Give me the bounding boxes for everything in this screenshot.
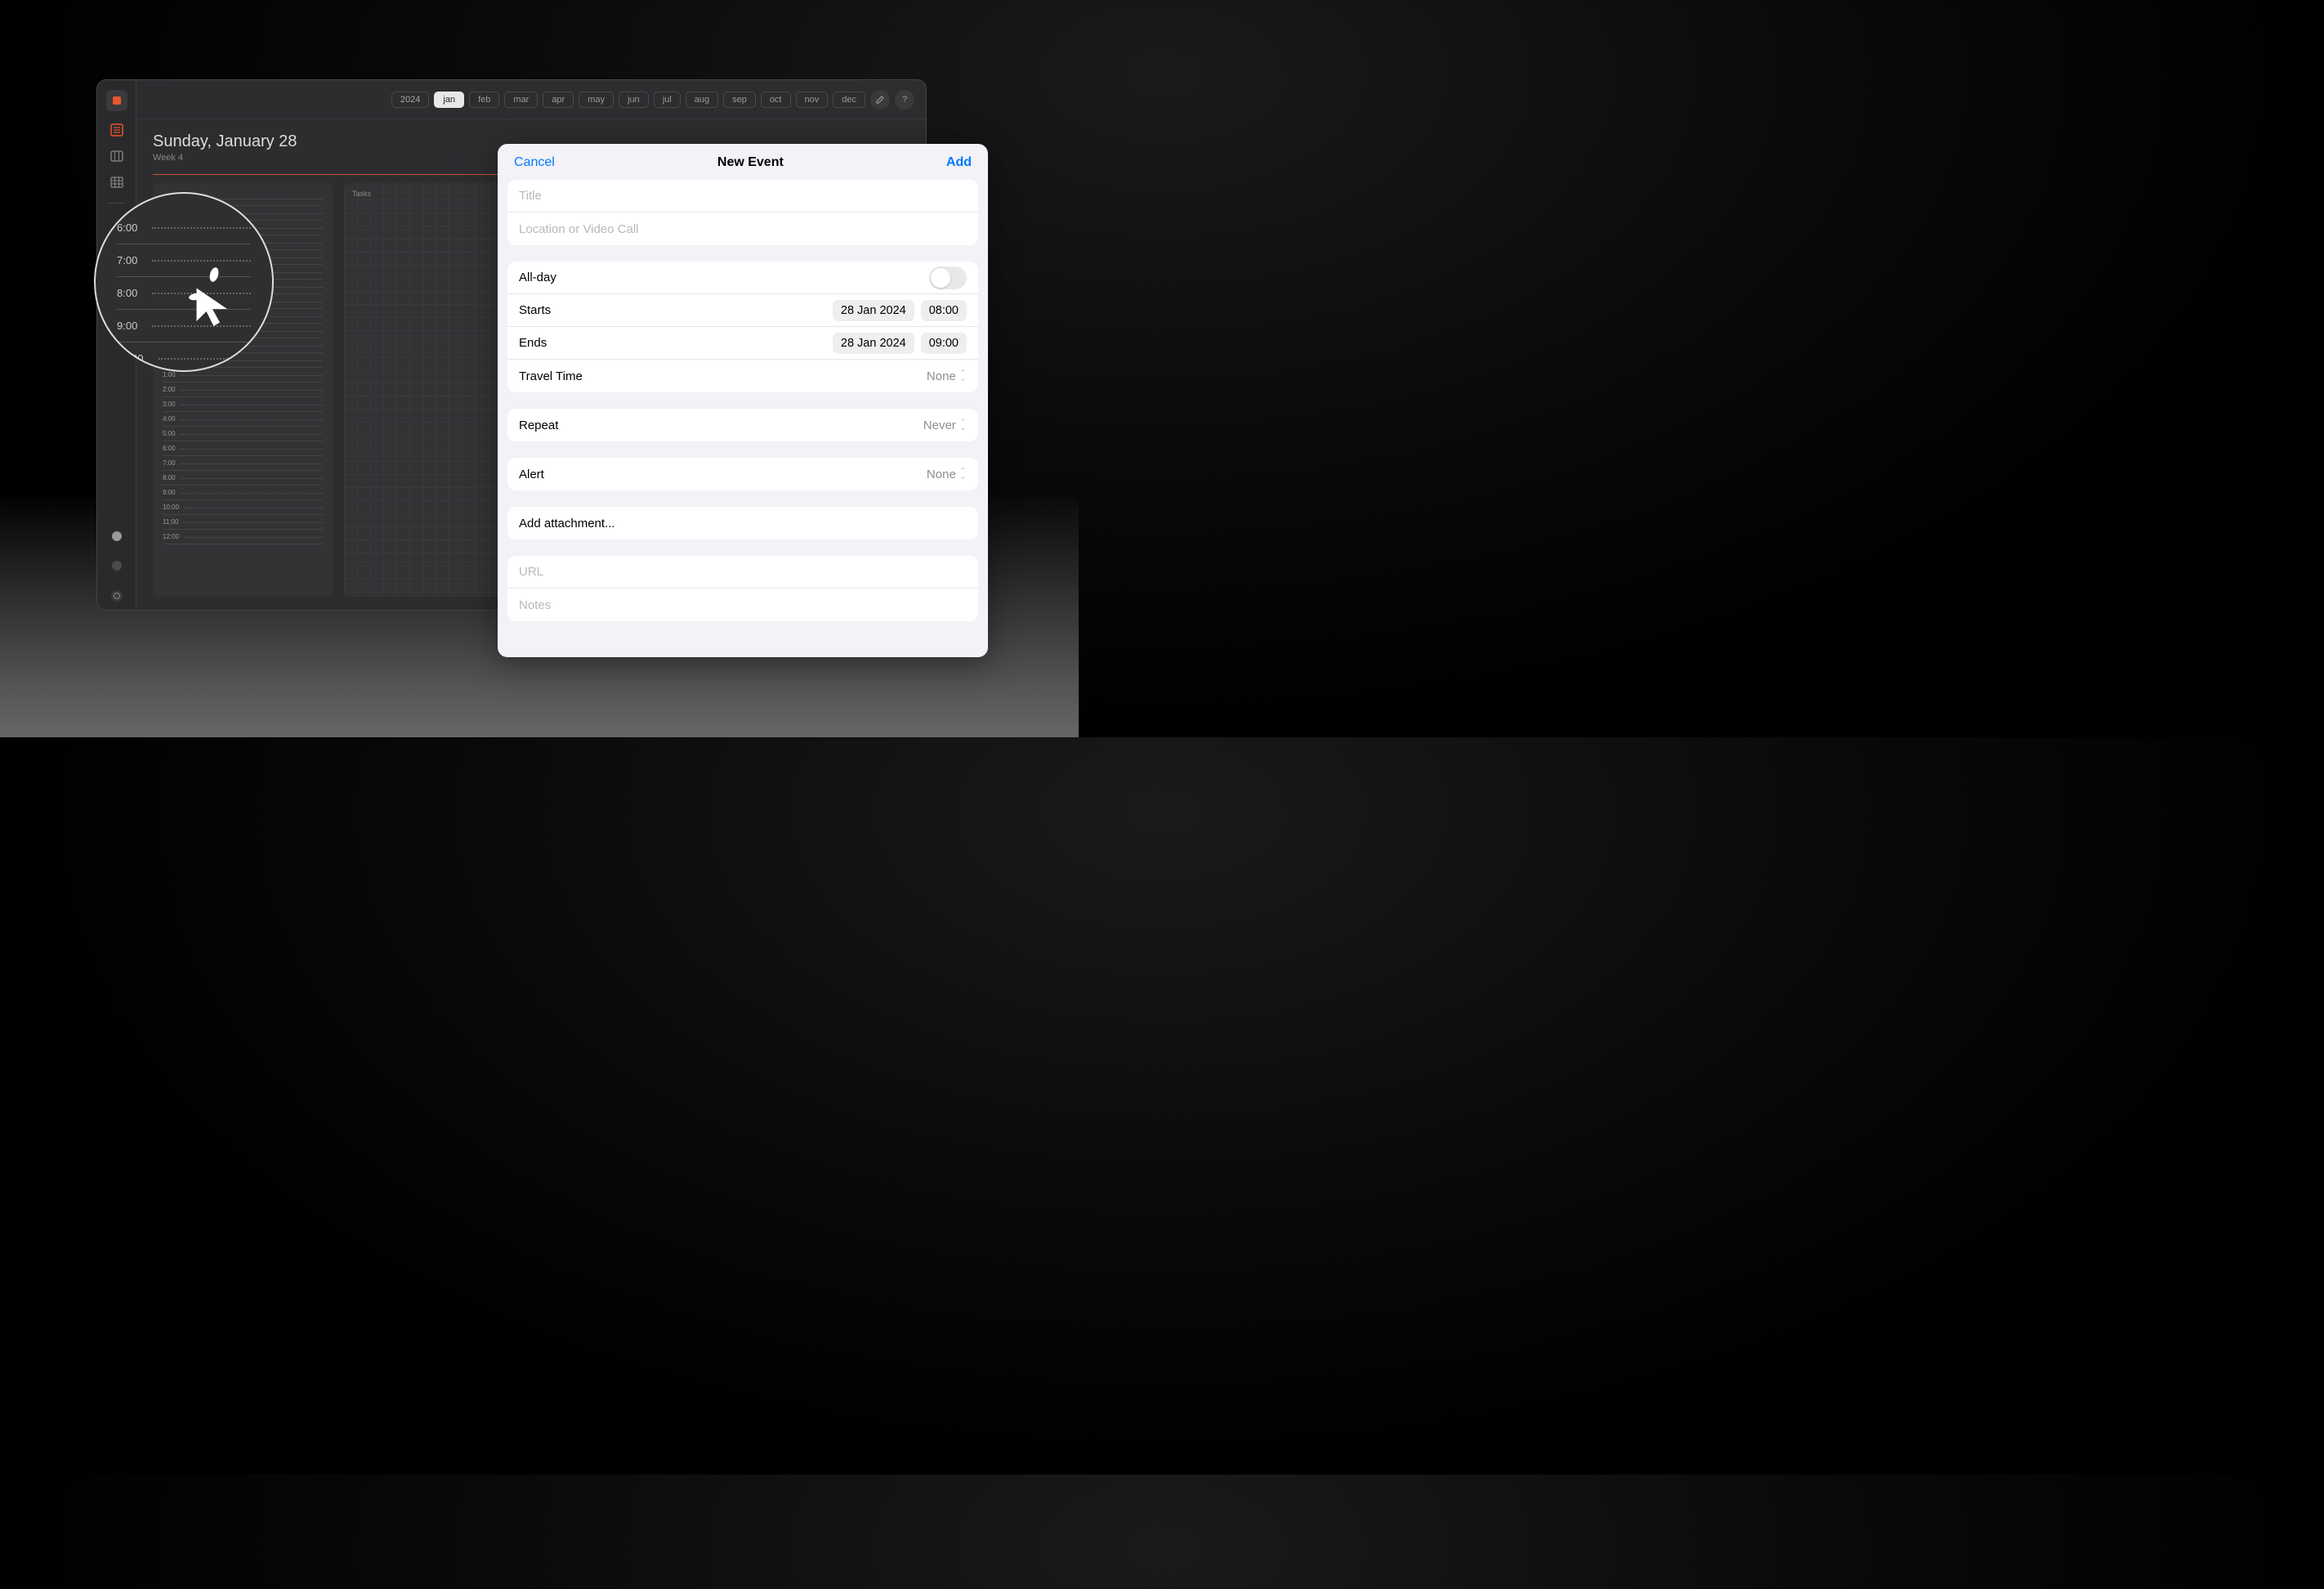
cancel-button[interactable]: Cancel: [514, 155, 555, 170]
list-icon[interactable]: [109, 123, 124, 137]
new-event-modal: Cancel New Event Add All-day Starts 28 J…: [498, 144, 988, 657]
status-dot-2[interactable]: [112, 561, 122, 571]
hour-row[interactable]: 4:00: [163, 412, 323, 427]
add-button[interactable]: Add: [946, 155, 972, 170]
settings-small-icon[interactable]: [111, 590, 123, 602]
month-pill-dec[interactable]: dec: [833, 92, 865, 108]
month-pill-apr[interactable]: apr: [543, 92, 574, 108]
month-pill-jan[interactable]: jan: [434, 92, 464, 108]
topbar: 2024 janfebmaraprmayjunjulaugsepoctnovde…: [136, 80, 926, 119]
week-icon[interactable]: [109, 149, 124, 163]
modal-header: Cancel New Event Add: [498, 144, 988, 180]
year-pill[interactable]: 2024: [391, 92, 429, 108]
allday-label: All-day: [519, 271, 556, 284]
notes-input[interactable]: [519, 598, 967, 612]
attachment-row[interactable]: Add attachment...: [507, 507, 978, 539]
month-pill-jul[interactable]: jul: [654, 92, 681, 108]
ends-time-chip[interactable]: 09:00: [921, 333, 967, 354]
ends-label: Ends: [519, 336, 547, 350]
hour-row[interactable]: 7:00: [163, 456, 323, 471]
hour-row[interactable]: 12:00: [163, 530, 323, 544]
hour-row[interactable]: 2:00: [163, 383, 323, 397]
magnified-hour-row: 6:00: [117, 212, 251, 244]
status-dot-1[interactable]: [112, 531, 122, 541]
cursor-icon: [190, 282, 239, 331]
modal-title: New Event: [717, 155, 784, 170]
month-pill-oct[interactable]: oct: [761, 92, 791, 108]
allday-toggle[interactable]: [929, 266, 967, 289]
ends-date-chip[interactable]: 28 Jan 2024: [833, 333, 914, 354]
app-logo[interactable]: [106, 90, 127, 111]
repeat-row[interactable]: Repeat Never⌃⌄: [507, 409, 978, 441]
hour-row[interactable]: 8:00: [163, 471, 323, 486]
month-pill-may[interactable]: may: [579, 92, 614, 108]
month-pill-jun[interactable]: jun: [619, 92, 649, 108]
hour-row[interactable]: 10:00: [163, 500, 323, 515]
starts-label: Starts: [519, 303, 551, 317]
starts-time-chip[interactable]: 08:00: [921, 300, 967, 321]
month-pill-feb[interactable]: feb: [469, 92, 499, 108]
month-pill-aug[interactable]: aug: [686, 92, 718, 108]
hour-row[interactable]: 5:00: [163, 427, 323, 441]
month-pill-nov[interactable]: nov: [796, 92, 829, 108]
travel-row[interactable]: Travel Time None⌃⌄: [507, 360, 978, 392]
repeat-label: Repeat: [519, 419, 558, 432]
title-input[interactable]: [519, 189, 967, 203]
hour-row[interactable]: 3:00: [163, 397, 323, 412]
starts-date-chip[interactable]: 28 Jan 2024: [833, 300, 914, 321]
magnified-hour-row: 7:00: [117, 244, 251, 277]
hour-row[interactable]: 9:00: [163, 486, 323, 500]
location-input[interactable]: [519, 222, 967, 236]
month-pill-mar[interactable]: mar: [504, 92, 538, 108]
hour-row[interactable]: 6:00: [163, 441, 323, 456]
month-pill-sep[interactable]: sep: [723, 92, 756, 108]
url-input[interactable]: [519, 565, 967, 579]
edit-icon[interactable]: [870, 90, 890, 110]
help-icon[interactable]: ?: [895, 90, 914, 110]
alert-row[interactable]: Alert None⌃⌄: [507, 458, 978, 490]
alert-label: Alert: [519, 468, 544, 481]
hour-row[interactable]: 11:00: [163, 515, 323, 530]
travel-label: Travel Time: [519, 369, 583, 383]
magnifier-overlay: 6:007:008:009:0010:00: [94, 192, 274, 372]
month-grid-icon[interactable]: [109, 175, 124, 190]
